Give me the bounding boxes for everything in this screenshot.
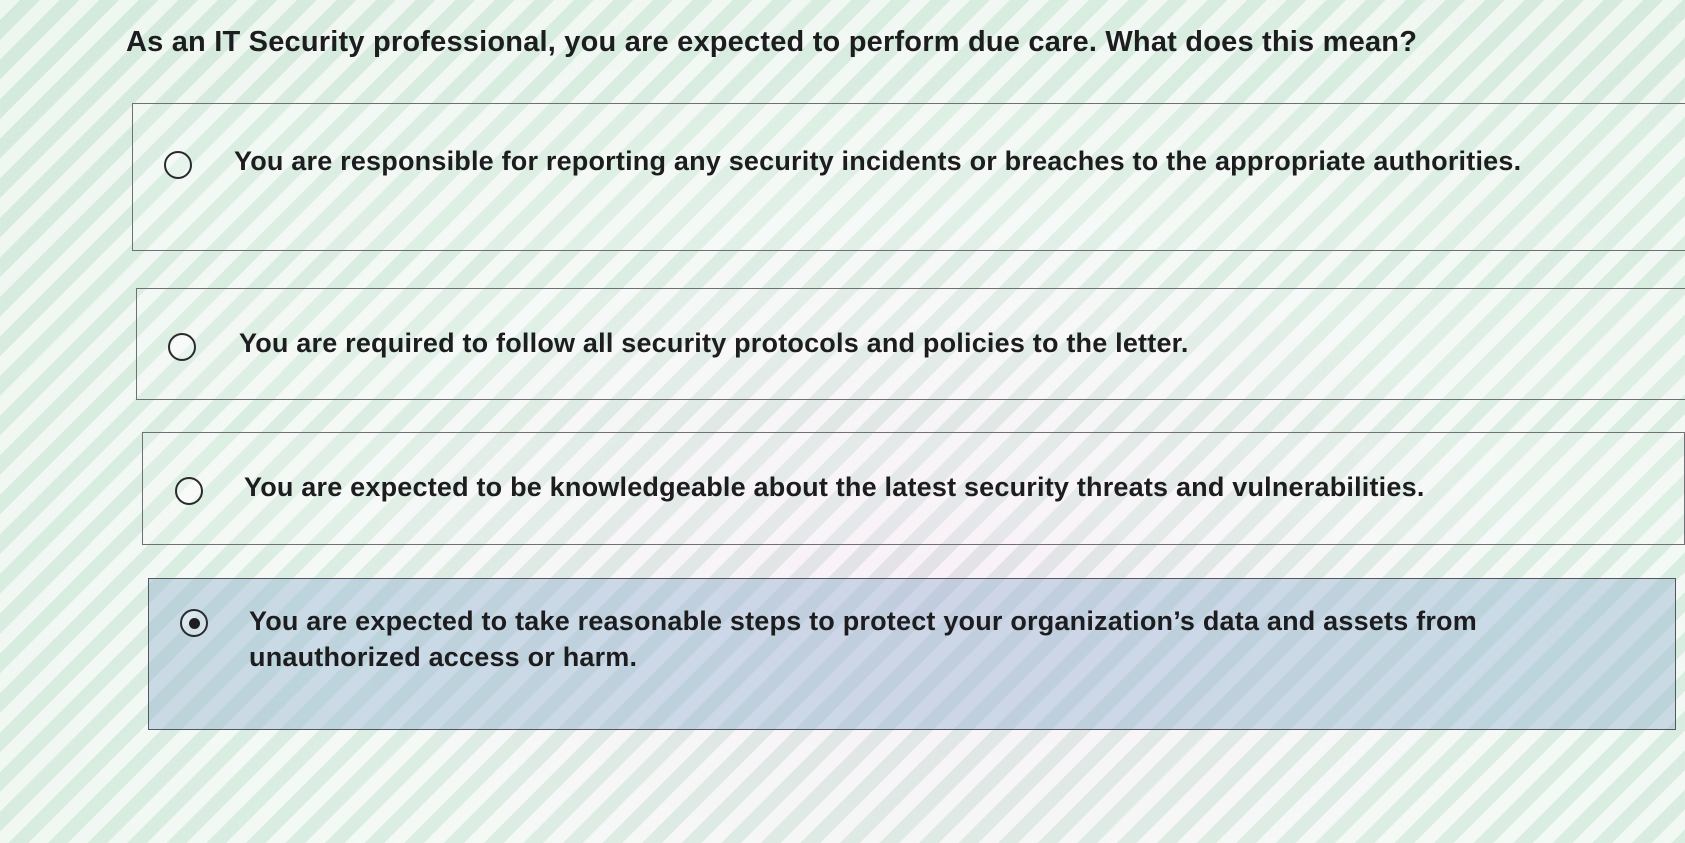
answer-option-label: You are required to follow all security … <box>239 328 1189 358</box>
radio-button-icon[interactable] <box>164 151 192 179</box>
answer-options: You are responsible for reporting any se… <box>0 0 1685 843</box>
radio-button-icon[interactable] <box>175 477 203 505</box>
radio-button-selected-icon[interactable] <box>180 609 208 637</box>
answer-option-2[interactable]: You are required to follow all security … <box>136 288 1685 400</box>
answer-option-4[interactable]: You are expected to take reasonable step… <box>148 578 1676 730</box>
answer-option-label: You are expected to be knowledgeable abo… <box>244 472 1425 502</box>
answer-option-label: You are responsible for reporting any se… <box>234 146 1522 176</box>
answer-option-1[interactable]: You are responsible for reporting any se… <box>132 103 1685 251</box>
answer-option-3[interactable]: You are expected to be knowledgeable abo… <box>142 432 1685 545</box>
radio-button-icon[interactable] <box>168 333 196 361</box>
answer-option-label: You are expected to take reasonable step… <box>249 606 1477 672</box>
